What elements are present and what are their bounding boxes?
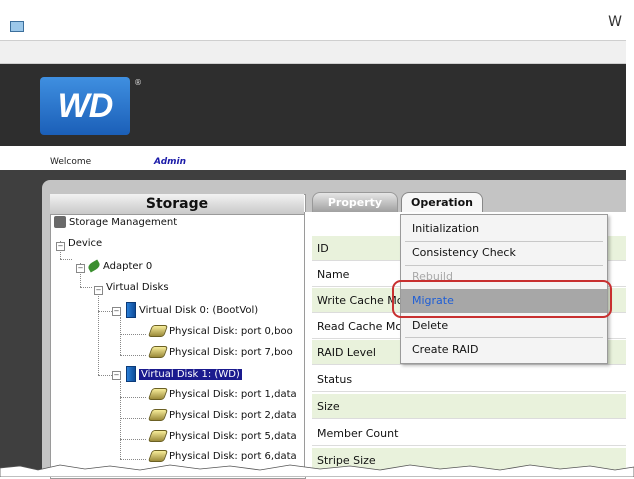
menu-item-consistency-check[interactable]: Consistency Check — [401, 241, 607, 265]
property-row-member-count: Member Count — [312, 421, 626, 446]
storage-panel-title: Storage — [50, 194, 304, 215]
tree-node-label: Physical Disk: port 1,data — [169, 389, 297, 400]
application-icon — [10, 21, 24, 32]
physical-disk-icon — [147, 450, 169, 462]
tree-node-virtual-disk-0[interactable]: Virtual Disk 0: (BootVol) — [126, 302, 258, 318]
wd-logo: WD — [40, 77, 130, 135]
collapse-toggle-virtual-disks[interactable]: − — [94, 286, 103, 295]
tab-property[interactable]: Property — [312, 192, 398, 214]
tree-node-physical-disk[interactable]: Physical Disk: port 7,boo — [147, 346, 293, 359]
storage-management-icon — [54, 216, 66, 228]
browser-toolbar — [0, 40, 626, 64]
collapse-toggle-device[interactable]: − — [56, 242, 65, 251]
tree-node-label: Storage Management — [69, 217, 178, 228]
physical-disk-icon — [147, 346, 169, 358]
tree-node-storage-management[interactable]: Storage Management — [54, 216, 177, 229]
menu-item-initialization[interactable]: Initialization — [401, 217, 607, 241]
torn-edge — [0, 464, 634, 477]
window-titlebar: W — [0, 0, 626, 40]
tab-operation[interactable]: Operation — [401, 192, 483, 213]
adapter-leaf-icon — [86, 259, 102, 273]
user-link[interactable]: Admin — [154, 157, 186, 167]
tree-node-label: Virtual Disk 1: (WD) — [139, 369, 242, 380]
tree-node-physical-disk[interactable]: Physical Disk: port 1,data — [147, 388, 297, 401]
collapse-toggle-virtual-disk-1[interactable]: − — [112, 371, 121, 380]
tree-node-label: Device — [68, 238, 103, 249]
collapse-toggle-adapter[interactable]: − — [76, 264, 85, 273]
welcome-bar — [0, 146, 626, 170]
tree-node-label: Virtual Disks — [106, 282, 169, 293]
tree-node-physical-disk[interactable]: Physical Disk: port 2,data — [147, 409, 297, 422]
tree-node-adapter-0[interactable]: Adapter 0 — [86, 259, 153, 273]
tree-node-label: Virtual Disk 0: (BootVol) — [139, 305, 259, 316]
tree-node-label: Physical Disk: port 2,data — [169, 410, 297, 421]
tree-node-virtual-disks[interactable]: Virtual Disks — [106, 281, 169, 294]
storage-tree: Storage Management − Device − Adapter 0 … — [50, 215, 304, 477]
property-row-size: Size — [312, 394, 626, 419]
window-title: W — [608, 14, 622, 30]
logo-trademark: ® — [134, 78, 142, 87]
collapse-toggle-virtual-disk-0[interactable]: − — [112, 307, 121, 316]
tree-node-physical-disk[interactable]: Physical Disk: port 5,data — [147, 430, 297, 443]
virtual-disk-icon — [126, 302, 136, 318]
tree-node-label: Physical Disk: port 6,data — [169, 451, 297, 462]
physical-disk-icon — [147, 430, 169, 442]
tree-node-label: Physical Disk: port 0,boo — [169, 326, 293, 337]
physical-disk-icon — [147, 325, 169, 337]
tree-node-label: Adapter 0 — [103, 261, 153, 272]
migrate-highlight-callout — [392, 280, 612, 318]
virtual-disk-icon — [126, 366, 136, 382]
welcome-label: Welcome — [50, 157, 92, 167]
physical-disk-icon — [147, 388, 169, 400]
tree-node-virtual-disk-1[interactable]: Virtual Disk 1: (WD) — [126, 366, 242, 382]
tree-node-physical-disk[interactable]: Physical Disk: port 0,boo — [147, 325, 293, 338]
menu-item-create-raid[interactable]: Create RAID — [401, 338, 607, 362]
tree-node-label: Physical Disk: port 7,boo — [169, 347, 293, 358]
physical-disk-icon — [147, 409, 169, 421]
tree-node-label: Physical Disk: port 5,data — [169, 431, 297, 442]
tree-node-device[interactable]: Device — [68, 237, 102, 250]
property-row-status: Status — [312, 367, 626, 392]
